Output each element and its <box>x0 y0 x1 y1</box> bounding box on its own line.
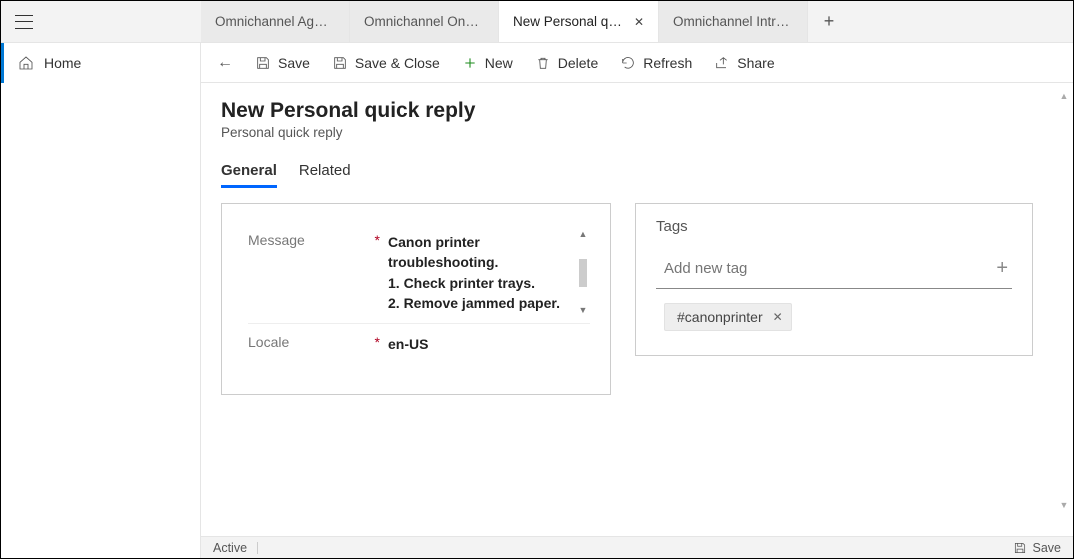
general-section: Message* Canon printer troubleshooting. … <box>221 203 611 395</box>
add-tag-input[interactable] <box>664 260 992 277</box>
new-tab-button[interactable]: + <box>808 1 850 42</box>
tab-strip: Omnichannel Age… Omnichannel Ong… New Pe… <box>201 1 850 42</box>
save-icon <box>1013 541 1027 555</box>
share-icon <box>714 55 730 71</box>
tag-chip[interactable]: #canonprinter ✕ <box>664 303 792 331</box>
home-icon <box>18 55 34 71</box>
plus-icon <box>462 55 478 71</box>
cmd-label: Share <box>737 55 774 71</box>
new-button[interactable]: New <box>452 49 523 77</box>
formtab-related[interactable]: Related <box>299 162 351 188</box>
save-button[interactable]: Save <box>245 49 320 77</box>
tags-title: Tags <box>656 218 1012 235</box>
cmd-label: Refresh <box>643 55 692 71</box>
trash-icon <box>535 55 551 71</box>
sidebar-item-label: Home <box>44 55 81 71</box>
command-bar: ← Save Save & Close New Delete <box>201 43 1073 83</box>
share-button[interactable]: Share <box>704 49 784 77</box>
cmd-label: Delete <box>558 55 598 71</box>
footer-save-label: Save <box>1033 541 1062 555</box>
delete-button[interactable]: Delete <box>525 49 608 77</box>
cmd-label: Save <box>278 55 310 71</box>
message-field[interactable]: Canon printer troubleshooting. 1. Check … <box>388 232 590 313</box>
tab-label: Omnichannel Ong… <box>364 14 484 29</box>
add-tag-button[interactable]: + <box>992 257 1012 280</box>
remove-tag-icon[interactable]: ✕ <box>773 310 783 324</box>
save-close-button[interactable]: Save & Close <box>322 49 450 77</box>
refresh-button[interactable]: Refresh <box>610 49 702 77</box>
back-button[interactable]: ← <box>207 48 243 78</box>
tab-omnichannel-ong[interactable]: Omnichannel Ong… <box>350 1 499 42</box>
hamburger-menu-icon[interactable] <box>15 15 33 29</box>
message-label: Message* <box>248 232 388 248</box>
tag-chip-label: #canonprinter <box>677 309 763 325</box>
save-icon <box>255 55 271 71</box>
footer-save-button[interactable]: Save <box>1013 541 1062 555</box>
tab-omnichannel-intra[interactable]: Omnichannel Intra… <box>659 1 808 42</box>
tab-label: Omnichannel Age… <box>215 14 335 29</box>
tab-label: New Personal quick reply <box>513 14 624 29</box>
cmd-label: New <box>485 55 513 71</box>
formtab-general[interactable]: General <box>221 162 277 188</box>
save-close-icon <box>332 55 348 71</box>
tab-new-personal-quick-reply[interactable]: New Personal quick reply ✕ <box>499 1 659 42</box>
cmd-label: Save & Close <box>355 55 440 71</box>
tags-section: Tags + #canonprinter ✕ <box>635 203 1033 356</box>
close-icon[interactable]: ✕ <box>634 15 644 29</box>
tab-label: Omnichannel Intra… <box>673 14 793 29</box>
sidebar-item-home[interactable]: Home <box>1 43 200 83</box>
status-bar: Active Save <box>201 536 1073 558</box>
tab-omnichannel-age[interactable]: Omnichannel Age… <box>201 1 350 42</box>
locale-label: Locale* <box>248 334 388 350</box>
record-status: Active <box>213 541 247 555</box>
locale-field[interactable]: en-US <box>388 334 590 354</box>
page-subtitle: Personal quick reply <box>221 125 1053 140</box>
page-title: New Personal quick reply <box>221 99 1053 123</box>
page-scrollbar[interactable]: ▲ ▼ <box>1059 91 1069 510</box>
refresh-icon <box>620 55 636 71</box>
message-scrollbar[interactable]: ▲ ▼ <box>576 228 590 317</box>
